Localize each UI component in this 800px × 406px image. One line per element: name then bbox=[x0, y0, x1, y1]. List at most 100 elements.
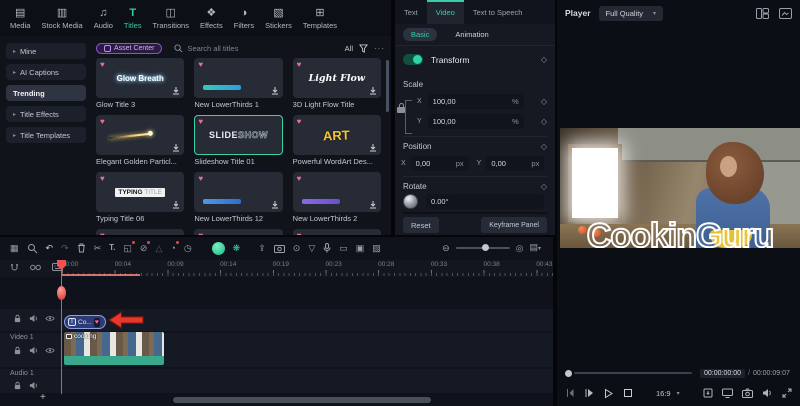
volume-icon[interactable] bbox=[762, 388, 773, 398]
redo-icon[interactable]: ↷ bbox=[61, 242, 69, 254]
title-item-lowerthirds1[interactable]: ♥ New LowerThirds 1 bbox=[194, 58, 283, 113]
title-item-glow[interactable]: ♥ Glow Breath Glow Title 3 bbox=[96, 58, 185, 113]
select-zoom-icon[interactable] bbox=[27, 243, 38, 254]
aspect-ratio-dropdown[interactable]: 16:9 ▾ bbox=[656, 389, 680, 398]
video-clip[interactable]: cooking bbox=[64, 332, 164, 365]
audio-track-lane[interactable] bbox=[0, 369, 553, 393]
favorite-icon[interactable]: ♥ bbox=[198, 232, 203, 236]
lock-icon[interactable] bbox=[13, 346, 22, 355]
shield-icon[interactable]: ▽ bbox=[308, 242, 315, 254]
favorite-icon[interactable]: ♥ bbox=[297, 61, 302, 69]
scrubber-knob[interactable] bbox=[565, 369, 572, 377]
favorite-icon[interactable]: ♥ bbox=[297, 175, 302, 183]
mute-icon[interactable] bbox=[29, 346, 38, 355]
download-icon[interactable] bbox=[369, 144, 377, 152]
title-item-partial[interactable]: ♥ bbox=[96, 229, 185, 235]
tab-titles[interactable]: T Titles bbox=[124, 7, 142, 30]
fullscreen-icon[interactable] bbox=[782, 388, 792, 398]
title-item-golden-particle[interactable]: ♥ Elegant Golden Particl... bbox=[96, 115, 185, 170]
screen-record-icon[interactable]: ▣ bbox=[356, 242, 365, 254]
playhead-handle[interactable] bbox=[57, 286, 66, 300]
snapshot-camera-icon[interactable] bbox=[742, 388, 753, 398]
split-scissors-icon[interactable]: ✂ bbox=[94, 242, 102, 254]
tab-stickers[interactable]: ▧ Stickers bbox=[265, 7, 292, 30]
download-icon[interactable] bbox=[369, 201, 377, 209]
crop-icon[interactable]: ◱ bbox=[123, 241, 135, 254]
export-icon[interactable]: ⇪ bbox=[258, 242, 266, 254]
video-preview[interactable]: CookinGuru bbox=[560, 128, 800, 248]
download-icon[interactable] bbox=[172, 87, 180, 95]
sidebar-item-title-templates[interactable]: ▸ Title Templates bbox=[6, 127, 86, 143]
sidebar-item-mine[interactable]: ▸ Mine bbox=[6, 43, 86, 59]
search-input[interactable] bbox=[187, 43, 308, 53]
camera-icon[interactable] bbox=[273, 243, 285, 253]
favorite-icon[interactable]: ♥ bbox=[297, 118, 302, 126]
tab-transitions[interactable]: ◫ Transitions bbox=[153, 7, 189, 30]
keyframe-diamond-icon[interactable]: ◇ bbox=[541, 117, 547, 126]
favorite-icon[interactable]: ♥ bbox=[297, 232, 302, 236]
mask-icon[interactable]: △ bbox=[155, 242, 162, 254]
favorite-icon[interactable]: ♥ bbox=[198, 175, 203, 183]
sidebar-item-title-effects[interactable]: ▸ Title Effects bbox=[6, 106, 86, 122]
tab-video[interactable]: Video bbox=[426, 0, 464, 24]
title-item-lowerthirds2[interactable]: ♥ New LowerThirds 2 bbox=[292, 172, 381, 227]
adjust-panel-icon[interactable] bbox=[779, 7, 792, 19]
keyframe-diamond-icon[interactable]: ◇ bbox=[541, 97, 547, 106]
voiceover-mic-icon[interactable] bbox=[323, 243, 331, 253]
mute-icon[interactable] bbox=[29, 314, 38, 323]
record-icon[interactable]: ⊙ bbox=[293, 242, 301, 254]
previous-frame-icon[interactable] bbox=[565, 388, 575, 398]
lock-icon[interactable] bbox=[13, 314, 22, 323]
download-icon[interactable] bbox=[271, 201, 279, 209]
scale-x-input[interactable]: 100,00% bbox=[427, 94, 524, 109]
undo-icon[interactable]: ↶ bbox=[46, 242, 54, 254]
delete-icon[interactable] bbox=[77, 243, 86, 253]
favorite-icon[interactable]: ♥ bbox=[198, 118, 203, 126]
favorite-icon[interactable]: ♥ bbox=[198, 61, 203, 69]
rotate-dial[interactable] bbox=[403, 194, 418, 209]
title-item-lightflow[interactable]: ♥ Light Flow 3D Light Flow Title bbox=[292, 58, 381, 113]
title-item-partial[interactable]: ♥ bbox=[194, 229, 283, 236]
speed-icon[interactable]: ◔ bbox=[170, 241, 180, 254]
mirror-display-icon[interactable] bbox=[722, 388, 733, 398]
track-manager-icon[interactable]: ▤▾ bbox=[529, 241, 541, 255]
filter-funnel-icon[interactable] bbox=[359, 43, 368, 53]
keyframe-panel-button[interactable]: Keyframe Panel bbox=[481, 217, 547, 233]
add-track-button[interactable]: + bbox=[40, 392, 46, 403]
tab-text[interactable]: Text bbox=[395, 0, 427, 24]
position-y-input[interactable]: 0,00 px bbox=[486, 156, 545, 171]
download-icon[interactable] bbox=[369, 87, 377, 95]
grid-view-icon[interactable]: ▦ bbox=[10, 242, 19, 254]
quality-dropdown[interactable]: Full Quality ▾ bbox=[598, 5, 664, 21]
keyframe-diamond-icon[interactable]: ◇ bbox=[541, 182, 547, 191]
snap-magnet-icon[interactable] bbox=[10, 263, 19, 272]
timer-icon[interactable]: ◷ bbox=[184, 242, 192, 254]
next-frame-icon[interactable] bbox=[584, 388, 594, 398]
tab-templates[interactable]: ⊞ Templates bbox=[303, 7, 337, 30]
subtab-basic[interactable]: Basic bbox=[403, 28, 438, 41]
title-item-partial[interactable]: ♥ bbox=[292, 229, 381, 236]
title-item-wordart[interactable]: ♥ ART Powerful WordArt Des... bbox=[292, 115, 381, 170]
download-icon[interactable] bbox=[271, 87, 279, 95]
vertical-scrollbar[interactable] bbox=[386, 60, 389, 112]
timeline-zoom-slider[interactable] bbox=[455, 244, 510, 251]
playhead-line[interactable] bbox=[61, 261, 62, 394]
reset-button[interactable]: Reset bbox=[403, 217, 439, 233]
image-icon[interactable]: ▨ bbox=[372, 242, 381, 254]
keyframe-diamond-icon[interactable]: ◇ bbox=[541, 55, 547, 64]
play-icon[interactable] bbox=[603, 388, 614, 399]
lock-icon[interactable] bbox=[13, 381, 22, 390]
title-overlay-text[interactable]: CookinGuru bbox=[560, 216, 800, 248]
scrubber-track[interactable] bbox=[574, 372, 692, 374]
favorite-icon[interactable]: ♥ bbox=[100, 175, 105, 183]
hide-eye-icon[interactable] bbox=[45, 315, 55, 322]
title-item-lowerthirds12[interactable]: ♥ New LowerThirds 12 bbox=[194, 172, 283, 227]
preview-glasses-icon[interactable] bbox=[30, 263, 41, 271]
subtab-animation[interactable]: Animation bbox=[447, 28, 496, 41]
zoom-out-icon[interactable]: ⊖ bbox=[442, 242, 450, 254]
ai-portrait-icon[interactable] bbox=[211, 241, 225, 255]
mark-frame-icon[interactable] bbox=[703, 388, 713, 398]
keyframe-diamond-icon[interactable]: ◇ bbox=[541, 142, 547, 151]
split-screen-icon[interactable] bbox=[756, 7, 769, 19]
scale-y-input[interactable]: 100,00% bbox=[427, 114, 524, 129]
